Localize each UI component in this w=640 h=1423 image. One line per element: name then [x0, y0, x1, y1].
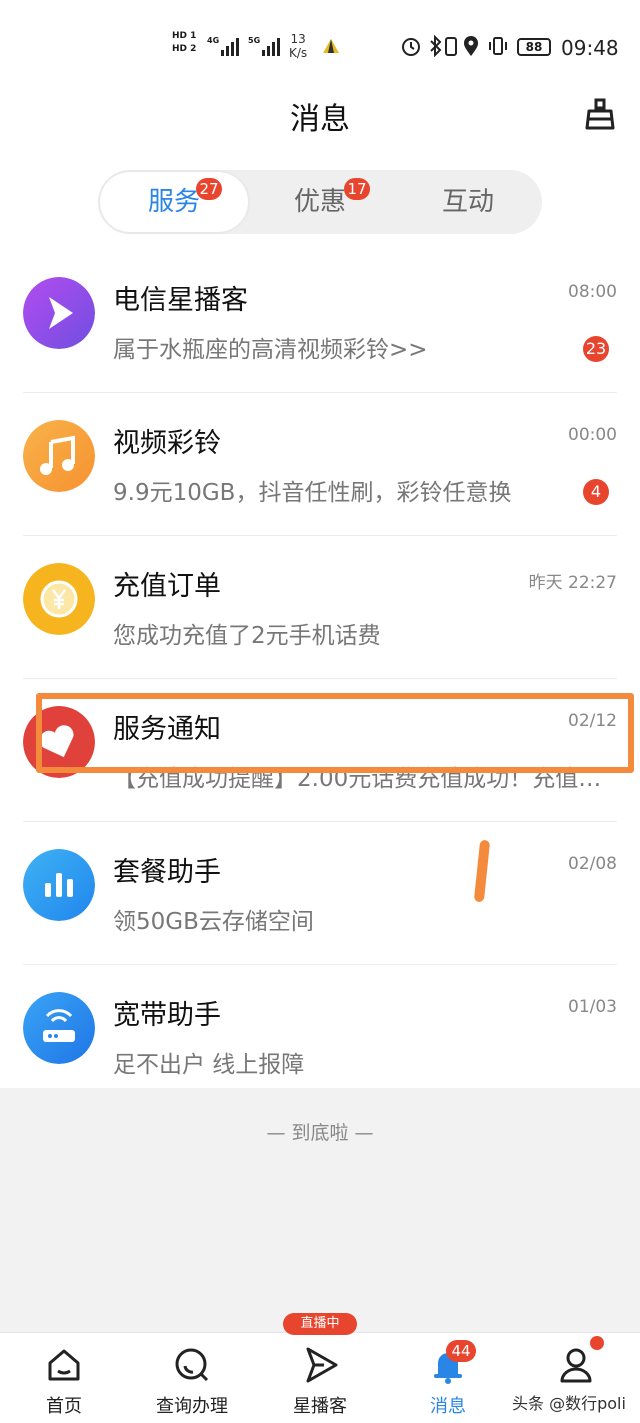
nav-home[interactable]: 首页 — [0, 1333, 128, 1423]
tab-badge: 27 — [196, 178, 222, 200]
search-icon — [175, 1348, 209, 1382]
network-type-1: 4G — [207, 36, 220, 45]
nav-label: 消息 — [430, 1396, 466, 1417]
profile-notification-dot — [590, 1336, 604, 1350]
paper-plane-icon — [306, 1347, 338, 1383]
sim2-label: HD 2 — [172, 44, 197, 54]
nav-label: 查询办理 — [156, 1396, 228, 1417]
tab-label: 优惠 — [293, 187, 346, 217]
speed-value: 13 — [290, 32, 306, 46]
alarm-icon — [402, 38, 420, 56]
message-preview: 9.9元10GB，抖音任性刷，彩铃任意换 — [113, 480, 512, 506]
status-bar: HD 1 HD 2 4G 5G 13 K/s 88 09:48 — [0, 0, 640, 90]
tab-offers[interactable]: 优惠 — [246, 170, 394, 234]
message-tabs: 服务 优惠 互动 27 17 — [98, 170, 542, 234]
message-time: 08:00 — [568, 282, 617, 302]
warning-icon — [323, 39, 339, 53]
message-time: 00:00 — [568, 425, 617, 445]
nav-label: 首页 — [46, 1396, 82, 1417]
music-note-icon — [23, 420, 95, 492]
network-type-2: 5G — [248, 36, 261, 45]
message-title: 视频彩铃 — [113, 428, 221, 459]
message-preview: 足不出户 线上报障 — [113, 1052, 305, 1078]
vibrate-battery-icon — [445, 37, 457, 56]
message-time: 昨天 22:27 — [528, 573, 617, 593]
vibrate-icon — [489, 37, 507, 55]
message-title: 套餐助手 — [113, 857, 221, 888]
list-item[interactable]: 充值订单 您成功充值了2元手机话费 昨天 22:27 — [0, 536, 640, 679]
tab-interaction[interactable]: 互动 — [394, 170, 542, 234]
speed-unit: K/s — [289, 46, 308, 60]
clear-messages-icon[interactable] — [584, 97, 616, 131]
yuan-coin-icon — [23, 563, 95, 635]
signal-icon — [262, 36, 280, 56]
annotation-highlight — [36, 693, 634, 773]
video-play-icon — [23, 277, 95, 349]
battery-icon: 88 — [517, 38, 551, 56]
page-title: 消息 — [290, 102, 350, 137]
bar-chart-icon — [23, 849, 95, 921]
clock: 09:48 — [561, 36, 619, 60]
network-speed: 13 K/s — [289, 32, 307, 60]
location-icon — [464, 36, 478, 56]
nav-podcast[interactable]: 星播客 — [256, 1333, 384, 1423]
unread-badge: 23 — [583, 336, 609, 362]
nav-query[interactable]: 查询办理 — [128, 1333, 256, 1423]
list-item[interactable]: 宽带助手 足不出户 线上报障 01/03 — [0, 965, 640, 1108]
message-time: 01/03 — [568, 997, 617, 1017]
unread-badge: 4 — [583, 479, 609, 505]
list-item[interactable]: 套餐助手 领50GB云存储空间 02/08 — [0, 822, 640, 965]
message-time: 02/08 — [568, 854, 617, 874]
tab-badge: 17 — [344, 178, 370, 200]
message-preview: 属于水瓶座的高清视频彩铃>> — [113, 337, 428, 363]
signal-icon — [221, 36, 239, 56]
end-of-list: — 到底啦 — — [266, 1122, 374, 1144]
list-item[interactable]: 电信星播客 属于水瓶座的高清视频彩铃>> 08:00 23 — [0, 250, 640, 393]
tab-label: 互动 — [441, 187, 494, 217]
message-title: 充值订单 — [113, 571, 221, 602]
home-icon — [48, 1349, 80, 1381]
list-item[interactable]: 视频彩铃 9.9元10GB，抖音任性刷，彩铃任意换 00:00 4 — [0, 393, 640, 536]
sim-indicators: HD 1 HD 2 — [172, 30, 196, 56]
sim1-label: HD 1 — [172, 31, 197, 41]
bluetooth-icon — [430, 35, 442, 57]
nav-label: 星播客 — [293, 1396, 347, 1417]
message-preview: 您成功充值了2元手机话费 — [113, 623, 381, 649]
message-preview: 领50GB云存储空间 — [113, 909, 314, 935]
tab-service[interactable]: 服务 — [100, 172, 248, 232]
watermark: 头条 @数行poli — [512, 1394, 626, 1413]
user-icon — [560, 1348, 592, 1383]
message-title: 宽带助手 — [113, 1000, 221, 1031]
tab-label: 服务 — [147, 187, 200, 217]
live-badge: 直播中 — [283, 1313, 357, 1335]
message-count-badge: 44 — [446, 1340, 476, 1362]
message-title: 电信星播客 — [113, 285, 248, 316]
router-icon — [23, 992, 95, 1064]
